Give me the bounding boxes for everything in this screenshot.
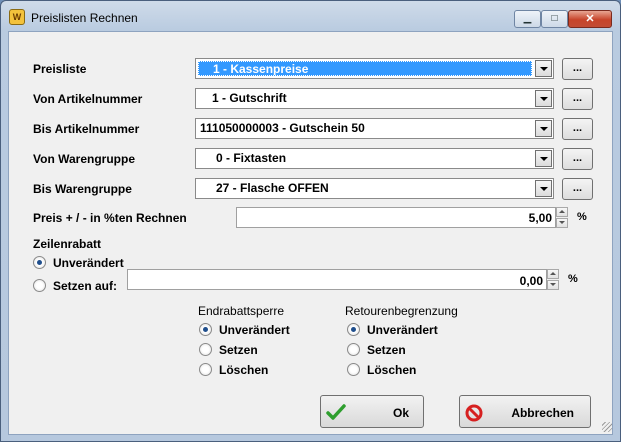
preisliste-label: Preisliste xyxy=(33,62,87,76)
preisliste-dropdown-arrow-icon[interactable] xyxy=(535,60,552,77)
von-warengruppe-browse-button[interactable]: ... xyxy=(562,148,593,170)
von-warengruppe-value: 0 - Fixtasten xyxy=(216,151,287,165)
resize-grip[interactable] xyxy=(602,422,612,432)
von-artikel-browse-button[interactable]: ... xyxy=(562,88,593,110)
retourenbegrenzung-set-radio[interactable] xyxy=(347,343,360,356)
zeilenrabatt-input[interactable]: 0,00 xyxy=(127,269,547,290)
retourenbegrenzung-unchanged-radio[interactable] xyxy=(347,323,360,336)
bis-warengruppe-combo[interactable]: 27 - Flasche OFFEN xyxy=(195,178,554,199)
retourenbegrenzung-delete-radio[interactable] xyxy=(347,363,360,376)
retourenbegrenzung-unchanged-label: Unverändert xyxy=(367,323,438,337)
dialog-client-area: Preisliste 1 - Kassenpreise ... Von Arti… xyxy=(8,31,613,435)
preis-spin-up-icon[interactable] xyxy=(556,207,568,217)
close-button[interactable]: ✕ xyxy=(568,10,612,28)
retourenbegrenzung-set-label: Setzen xyxy=(367,343,406,357)
title-bar[interactable]: W Preislisten Rechnen ▁ □ ✕ xyxy=(1,1,620,31)
ok-button[interactable]: Ok xyxy=(320,395,424,428)
retourenbegrenzung-label: Retourenbegrenzung xyxy=(345,304,458,318)
app-icon: W xyxy=(9,9,25,25)
zeilenrabatt-unit: % xyxy=(568,273,578,285)
cancel-button-label: Abbrechen xyxy=(511,406,574,420)
zeilenrabatt-label: Zeilenrabatt xyxy=(33,237,102,251)
zeilenrabatt-spinner[interactable] xyxy=(547,269,559,290)
von-artikel-combo[interactable]: 1 - Gutschrift xyxy=(195,88,554,109)
endrabattsperre-set-label: Setzen xyxy=(219,343,258,357)
endrabattsperre-delete-label: Löschen xyxy=(219,363,269,377)
cancel-button[interactable]: Abbrechen xyxy=(459,395,591,428)
von-warengruppe-label: Von Warengruppe xyxy=(33,152,135,166)
ok-button-label: Ok xyxy=(392,406,409,420)
bis-artikel-label: Bis Artikelnummer xyxy=(33,122,140,136)
zeilenrabatt-spin-down-icon[interactable] xyxy=(547,280,559,290)
retourenbegrenzung-delete-label: Löschen xyxy=(367,363,417,377)
endrabattsperre-unchanged-label: Unverändert xyxy=(219,323,290,337)
preisliste-combo[interactable]: 1 - Kassenpreise xyxy=(195,58,554,79)
window-title: Preislisten Rechnen xyxy=(31,11,138,25)
zeilenrabatt-value: 0,00 xyxy=(519,274,543,288)
von-warengruppe-combo[interactable]: 0 - Fixtasten xyxy=(195,148,554,169)
preis-unit: % xyxy=(577,211,587,223)
bis-artikel-combo[interactable]: 111050000003 - Gutschein 50 xyxy=(195,118,554,139)
maximize-button[interactable]: □ xyxy=(541,10,568,28)
zeilenrabatt-set-label: Setzen auf: xyxy=(53,279,118,293)
endrabattsperre-set-radio[interactable] xyxy=(199,343,212,356)
preis-input[interactable]: 5,00 xyxy=(236,207,556,228)
bis-warengruppe-label: Bis Warengruppe xyxy=(33,182,132,196)
zeilenrabatt-set-radio[interactable] xyxy=(33,279,46,292)
endrabattsperre-unchanged-radio[interactable] xyxy=(199,323,212,336)
endrabattsperre-label: Endrabattsperre xyxy=(198,304,285,318)
bis-warengruppe-dropdown-arrow-icon[interactable] xyxy=(535,180,552,197)
von-artikel-dropdown-arrow-icon[interactable] xyxy=(535,90,552,107)
preisliste-browse-button[interactable]: ... xyxy=(562,58,593,80)
bis-warengruppe-value: 27 - Flasche OFFEN xyxy=(216,181,329,195)
dialog-window: W Preislisten Rechnen ▁ □ ✕ Preisliste 1… xyxy=(0,0,621,442)
check-icon xyxy=(326,404,346,420)
von-artikel-value: 1 - Gutschrift xyxy=(212,91,287,105)
bis-artikel-browse-button[interactable]: ... xyxy=(562,118,593,140)
zeilenrabatt-spin-up-icon[interactable] xyxy=(547,269,559,279)
preisliste-value: 1 - Kassenpreise xyxy=(198,61,532,76)
preis-spinner[interactable] xyxy=(556,207,568,228)
preis-value: 5,00 xyxy=(528,211,552,225)
preis-label: Preis + / - in %ten Rechnen xyxy=(33,211,187,225)
preis-spin-down-icon[interactable] xyxy=(556,218,568,228)
von-warengruppe-dropdown-arrow-icon[interactable] xyxy=(535,150,552,167)
bis-artikel-value: 111050000003 - Gutschein 50 xyxy=(200,121,365,135)
zeilenrabatt-unchanged-radio[interactable] xyxy=(33,256,46,269)
minimize-button[interactable]: ▁ xyxy=(514,10,541,28)
zeilenrabatt-unchanged-label: Unverändert xyxy=(53,256,124,270)
bis-warengruppe-browse-button[interactable]: ... xyxy=(562,178,593,200)
prohibited-icon xyxy=(465,404,483,422)
bis-artikel-dropdown-arrow-icon[interactable] xyxy=(535,120,552,137)
endrabattsperre-delete-radio[interactable] xyxy=(199,363,212,376)
von-artikel-label: Von Artikelnummer xyxy=(33,92,143,106)
